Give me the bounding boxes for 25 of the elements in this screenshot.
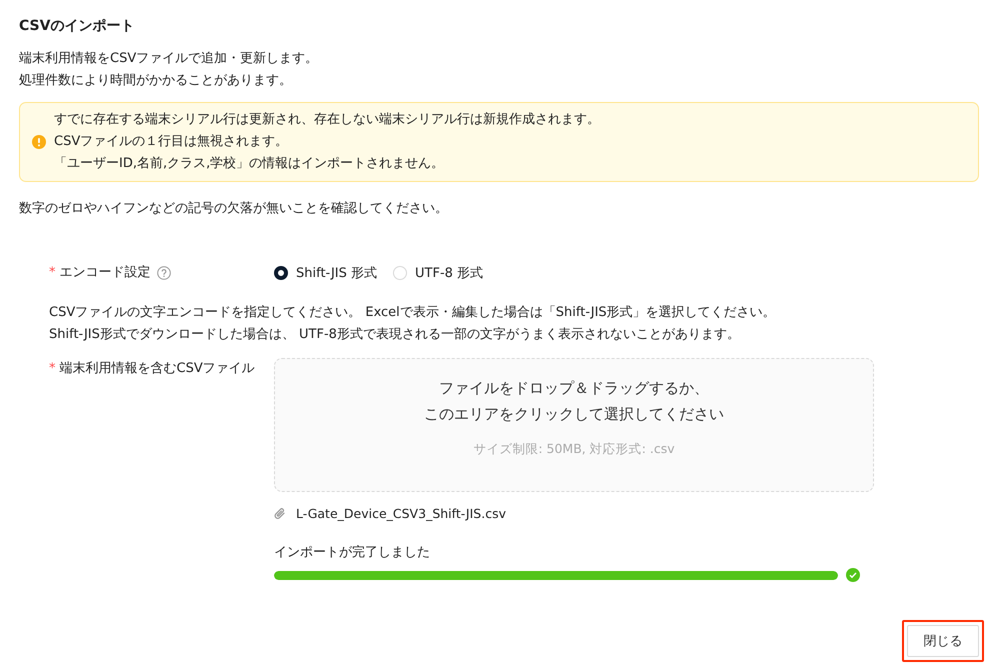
warning-icon <box>32 135 46 149</box>
required-mark: * <box>49 264 56 282</box>
alert-text: 「ユーザーID,名前,クラス,学校」の情報はインポートされません。 <box>54 155 446 173</box>
close-button[interactable]: 閉じる <box>907 625 979 657</box>
file-dropzone[interactable]: ファイルをドロップ＆ドラッグするか、 このエリアをクリックして選択してください サイズ制限: 50MB, 対応形式: .csv <box>274 358 874 492</box>
paperclip-icon <box>274 506 286 520</box>
help-text-line: CSVファイルの文字エンコードを指定してください。 Excelで表示・編集した場合は「Shift-JIS形式」を選択してください。 <box>49 304 777 322</box>
field-label: エンコード設定 <box>60 264 150 282</box>
radio-option[interactable]: UTF-8 形式 <box>393 264 484 282</box>
note-text: 数字のゼロやハイフンなどの記号の欠落が無いことを確認してください。 <box>19 200 449 218</box>
alert-text: すでに存在する端末シリアル行は更新され、存在しない端末シリアル行は新規作成されます。 <box>54 111 600 129</box>
progress-label: インポートが完了しました <box>274 544 431 562</box>
intro-text: 端末利用情報をCSVファイルで追加・更新します。 <box>19 50 320 68</box>
help-icon <box>156 266 170 280</box>
file-name[interactable]: L-Gate_Device_CSV3_Shift-JIS.csv <box>296 506 506 520</box>
field-label: 端末利用情報を含むCSVファイル <box>60 360 255 378</box>
dropzone-text: ファイルをドロップ＆ドラッグするか、 <box>439 378 709 399</box>
limits-text: サイズ制限: 50MB, 対応形式: .csv <box>473 441 675 458</box>
dropzone-text: このエリアをクリックして選択してください <box>424 404 724 425</box>
help-text-line: Shift-JIS形式でダウンロードした場合は、 UTF-8形式で表現される一部の文字がうまく表示されないことがあります。 <box>49 326 741 344</box>
alert-text: CSVファイルの１行目は無視されます。 <box>54 133 290 151</box>
radio-option[interactable]: Shift-JIS 形式 <box>274 264 378 282</box>
dialog-title: CSVのインポート <box>19 17 136 36</box>
required-mark: * <box>49 360 56 378</box>
intro-text: 処理件数により時間がかかることがあります。 <box>19 72 293 90</box>
